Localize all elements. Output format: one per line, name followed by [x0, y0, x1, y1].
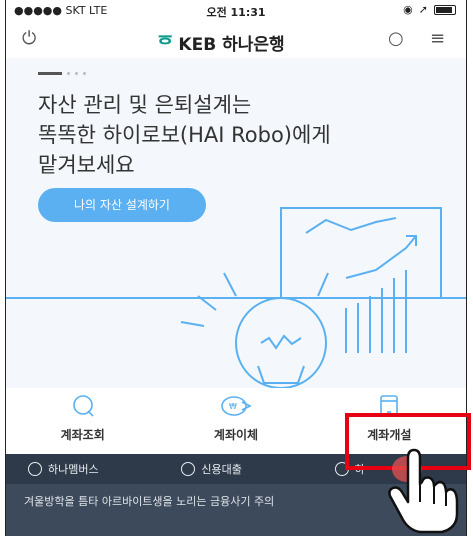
transfer-icon: ₩: [221, 396, 252, 416]
quick-label: 계좌조회: [60, 428, 105, 442]
brand-logo[interactable]: ᅙ KEB 하나은행: [156, 28, 285, 57]
bottom-menu-members[interactable]: 하나멤버스: [6, 461, 159, 477]
status-icons: ◉ ➚: [403, 3, 456, 16]
clock: 오전 11:31: [206, 6, 266, 19]
quick-account-inquiry[interactable]: 계좌조회: [6, 388, 159, 454]
indicator-active: [38, 72, 62, 75]
quick-label: 계좌이체: [213, 428, 259, 442]
pointing-hand-icon: [388, 448, 459, 534]
members-icon: [28, 462, 42, 476]
quick-transfer[interactable]: ₩ 계좌이체: [159, 388, 312, 454]
search-icon[interactable]: ○: [388, 28, 404, 49]
location-icon: ➚: [418, 3, 428, 16]
battery-icon: [434, 4, 456, 15]
lightbulb-chart-illustration: [6, 207, 466, 388]
svg-text:₩: ₩: [229, 402, 237, 411]
notice-text: 겨울방학을 틈타 아르바이트생을 노리는 금융사기 주의: [24, 495, 275, 508]
search-circle-icon: [72, 395, 94, 417]
top-nav: ⏻ ᅙ KEB 하나은행 ○ ≡: [6, 22, 466, 58]
bottom-menu-loan[interactable]: 신용대출: [159, 461, 312, 477]
loan-icon: [181, 462, 196, 476]
hero-banner[interactable]: 자산 관리 및 은퇴설계는 똑똑한 하이로보(HAI Robo)에게 맡겨보세요…: [6, 58, 466, 388]
status-bar: ●●●●● SKT LTE 오전 11:31 ◉ ➚: [6, 0, 466, 22]
carousel-indicator[interactable]: [38, 72, 86, 75]
bottom-menu-label: 신용대출: [201, 463, 242, 476]
menu-icon[interactable]: ≡: [430, 28, 445, 49]
alarm-icon: ◉: [403, 3, 413, 16]
power-icon[interactable]: ⏻: [22, 28, 36, 49]
hana-logo-icon: ᅙ: [156, 32, 175, 56]
brand-name: KEB 하나은행: [178, 35, 285, 55]
bottom-menu-label: 하나멤버스: [48, 463, 99, 476]
hero-headline: 자산 관리 및 은퇴설계는 똑똑한 하이로보(HAI Robo)에게 맡겨보세요: [38, 93, 331, 177]
